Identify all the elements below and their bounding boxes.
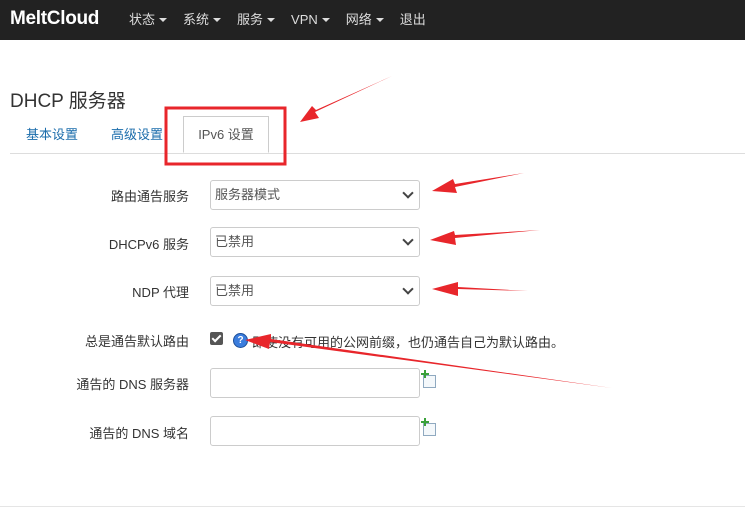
chevron-down-icon [402,187,414,199]
default-route-help: 即使没有可用的公网前缀，也仍通告自己为默认路由。 [252,335,565,350]
brand-logo[interactable]: MeltCloud [10,8,99,30]
caret-down-icon [375,17,384,22]
dns-domain-input[interactable] [210,416,420,446]
top-navbar: MeltCloud 状态 系统 服务 VPN 网络 退出 [0,0,745,40]
dns-domain-label: 通告的 DNS 域名 [89,426,189,441]
dhcpv6-label: DHCPv6 服务 [108,237,189,252]
chevron-down-icon [402,283,414,295]
menu-network-label: 网络 [345,12,372,27]
bottom-divider [0,506,745,507]
annotation-arrow [432,173,524,193]
dns-server-input[interactable] [210,368,420,398]
main-menu: 状态 系统 服务 VPN 网络 退出 [121,0,434,40]
annotation-arrow [430,230,540,245]
add-dns-server-icon[interactable] [421,370,436,388]
chevron-down-icon [402,234,414,246]
dhcpv6-value: 已禁用 [215,234,255,249]
add-dns-domain-icon[interactable] [421,418,436,436]
tab-advanced-settings[interactable]: 高级设置 [111,124,163,143]
menu-vpn[interactable]: VPN [283,0,338,40]
ndp-proxy-select[interactable]: 已禁用 [210,276,420,306]
menu-vpn-label: VPN [291,12,318,27]
router-advert-label: 路由通告服务 [110,189,189,204]
caret-down-icon [213,17,222,22]
default-route-checkbox[interactable] [210,332,223,345]
menu-logout[interactable]: 退出 [392,0,434,40]
dns-server-label: 通告的 DNS 服务器 [76,377,189,392]
settings-tabs: 基本设置 高级设置 IPv6 设置 [10,112,745,154]
menu-logout-label: 退出 [399,12,426,27]
router-advert-select[interactable]: 服务器模式 [210,180,420,210]
default-route-label: 总是通告默认路由 [84,334,189,349]
menu-status[interactable]: 状态 [121,0,175,40]
help-icon: ? [233,333,248,348]
caret-down-icon [159,17,168,22]
menu-system-label: 系统 [183,12,210,27]
tab-basic-settings[interactable]: 基本设置 [26,124,78,143]
annotation-arrow [432,282,528,296]
menu-network[interactable]: 网络 [338,0,392,40]
page-title: DHCP 服务器 [10,91,126,112]
caret-down-icon [321,17,330,22]
tab-ipv6-settings[interactable]: IPv6 设置 [183,116,269,153]
router-advert-value: 服务器模式 [215,187,281,202]
dhcpv6-select[interactable]: 已禁用 [210,227,420,257]
menu-status-label: 状态 [129,12,156,27]
menu-services[interactable]: 服务 [229,0,283,40]
ndp-proxy-label: NDP 代理 [132,285,189,300]
ndp-proxy-value: 已禁用 [215,283,255,298]
menu-services-label: 服务 [237,12,264,27]
caret-down-icon [267,17,276,22]
menu-system[interactable]: 系统 [175,0,229,40]
